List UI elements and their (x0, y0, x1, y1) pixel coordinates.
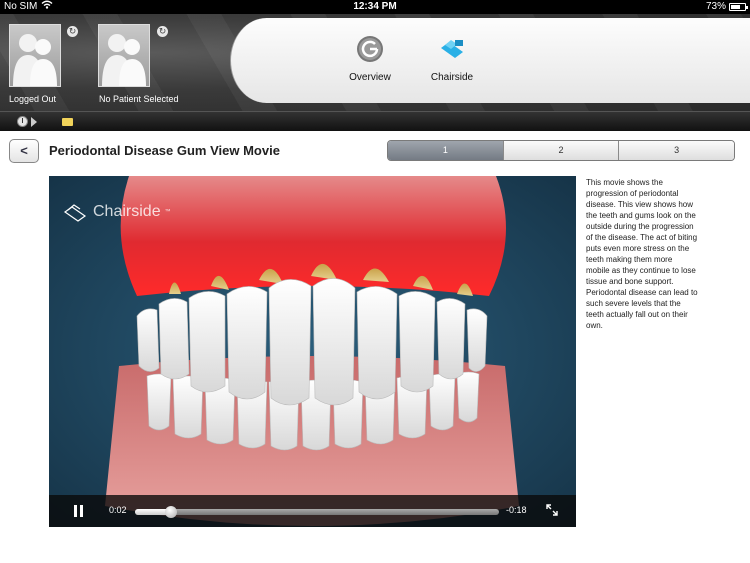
watermark-text: Chairside (93, 203, 161, 220)
segment-1[interactable]: 1 (388, 141, 503, 160)
chairside-watermark-icon (63, 204, 87, 222)
patient-status-label: No Patient Selected (99, 94, 179, 104)
history-clock-icon[interactable] (17, 116, 28, 127)
user-status-label: Logged Out (9, 94, 57, 104)
chairside-watermark: Chairside ™ (63, 202, 171, 222)
pause-icon[interactable] (74, 505, 84, 517)
chairside-label: Chairside (430, 72, 474, 83)
remaining-time: -0:18 (506, 505, 527, 515)
overview-power-icon (357, 36, 383, 62)
current-time: 0:02 (109, 505, 127, 515)
battery-icon (729, 3, 748, 11)
fullscreen-icon[interactable] (546, 504, 558, 516)
status-bar: No SIM 12:34 PM 73% (0, 0, 750, 14)
app-header: ↻ Logged Out ↻ No Patient Selected Overv… (0, 14, 750, 111)
segment-2[interactable]: 2 (502, 141, 619, 160)
video-scrubber[interactable] (135, 506, 499, 518)
patient-avatar[interactable] (98, 24, 150, 87)
overview-label: Overview (349, 72, 391, 83)
history-forward-icon[interactable] (31, 117, 37, 127)
clock-label: 12:34 PM (353, 1, 397, 12)
overview-button[interactable]: Overview (330, 34, 410, 83)
patient-refresh-icon[interactable]: ↻ (157, 26, 168, 37)
segment-3[interactable]: 3 (618, 141, 734, 160)
notes-folder-icon[interactable] (62, 118, 73, 126)
video-controls: 0:02 -0:18 (49, 495, 576, 527)
chairside-button[interactable]: Chairside (412, 34, 492, 83)
video-player[interactable]: Chairside ™ 0:02 -0:18 (49, 176, 576, 527)
chairside-logo-icon (441, 40, 463, 58)
back-button[interactable]: < (9, 139, 39, 163)
toolbar (0, 111, 750, 131)
teeth-animation-frame (49, 176, 576, 527)
user-silhouette-icon (13, 34, 57, 86)
patient-silhouette-icon (102, 34, 146, 86)
user-refresh-icon[interactable]: ↻ (67, 26, 78, 37)
battery-percent: 73% (705, 1, 726, 12)
user-avatar[interactable] (9, 24, 61, 87)
page-title: Periodontal Disease Gum View Movie (49, 143, 280, 158)
movie-description: This movie shows the progression of peri… (586, 178, 698, 330)
scrubber-knob[interactable] (165, 506, 178, 518)
watermark-trademark: ™ (164, 209, 171, 215)
movie-segment-control: 1 2 3 (387, 140, 735, 161)
